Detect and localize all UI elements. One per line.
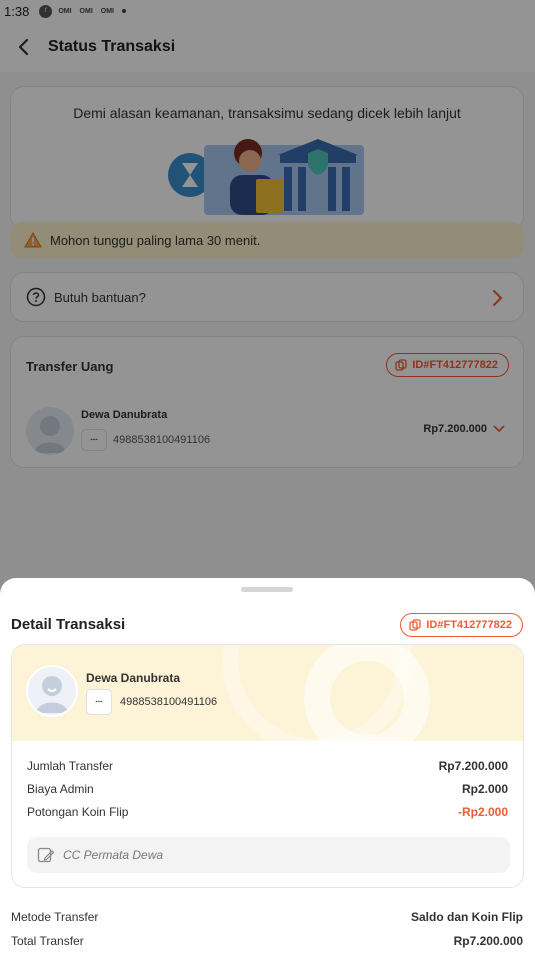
recipient-avatar: [26, 665, 78, 717]
decorative-circle: [222, 645, 412, 741]
recipient-header: Dewa Danubrata ▪▪▪▪ 4988538100491106: [12, 645, 523, 741]
summary-row: Total Transfer Rp7.200.000: [11, 934, 523, 948]
detail-row-value: -Rp2.000: [457, 805, 508, 819]
detail-row: Biaya Admin Rp2.000: [27, 782, 508, 796]
detail-row-value: Rp2.000: [461, 782, 508, 796]
transfer-note: CC Permata Dewa: [27, 837, 510, 873]
sheet-title: Detail Transaksi: [11, 616, 126, 633]
transfer-note-text: CC Permata Dewa: [63, 848, 164, 862]
bank-logo-icon: ▪▪▪▪: [86, 689, 112, 715]
account-number: 4988538100491106: [120, 696, 218, 708]
sheet-drag-handle[interactable]: [241, 587, 293, 592]
detail-row-label: Jumlah Transfer: [27, 759, 114, 773]
summary-row: Metode Transfer Saldo dan Koin Flip: [11, 910, 523, 924]
copy-icon: [409, 619, 422, 631]
detail-row-label: Potongan Koin Flip: [27, 805, 129, 819]
note-edit-icon: [37, 847, 55, 863]
summary-row-value: Saldo dan Koin Flip: [411, 910, 523, 924]
recipient-name: Dewa Danubrata: [86, 671, 181, 685]
detail-row-label: Biaya Admin: [27, 782, 94, 796]
transaction-id: ID#FT412777822: [426, 619, 512, 631]
transaction-id-badge[interactable]: ID#FT412777822: [400, 613, 523, 637]
summary-row-value: Rp7.200.000: [453, 934, 523, 948]
transaction-detail-card: Dewa Danubrata ▪▪▪▪ 4988538100491106 Jum…: [11, 644, 524, 888]
summary-row-label: Total Transfer: [11, 934, 84, 948]
detail-row-value: Rp7.200.000: [438, 759, 508, 773]
transaction-detail-sheet: Detail Transaksi ID#FT412777822 Dewa Dan…: [0, 578, 535, 964]
summary-row-label: Metode Transfer: [11, 910, 99, 924]
detail-row: Jumlah Transfer Rp7.200.000: [27, 759, 508, 773]
detail-row: Potongan Koin Flip -Rp2.000: [27, 805, 508, 819]
